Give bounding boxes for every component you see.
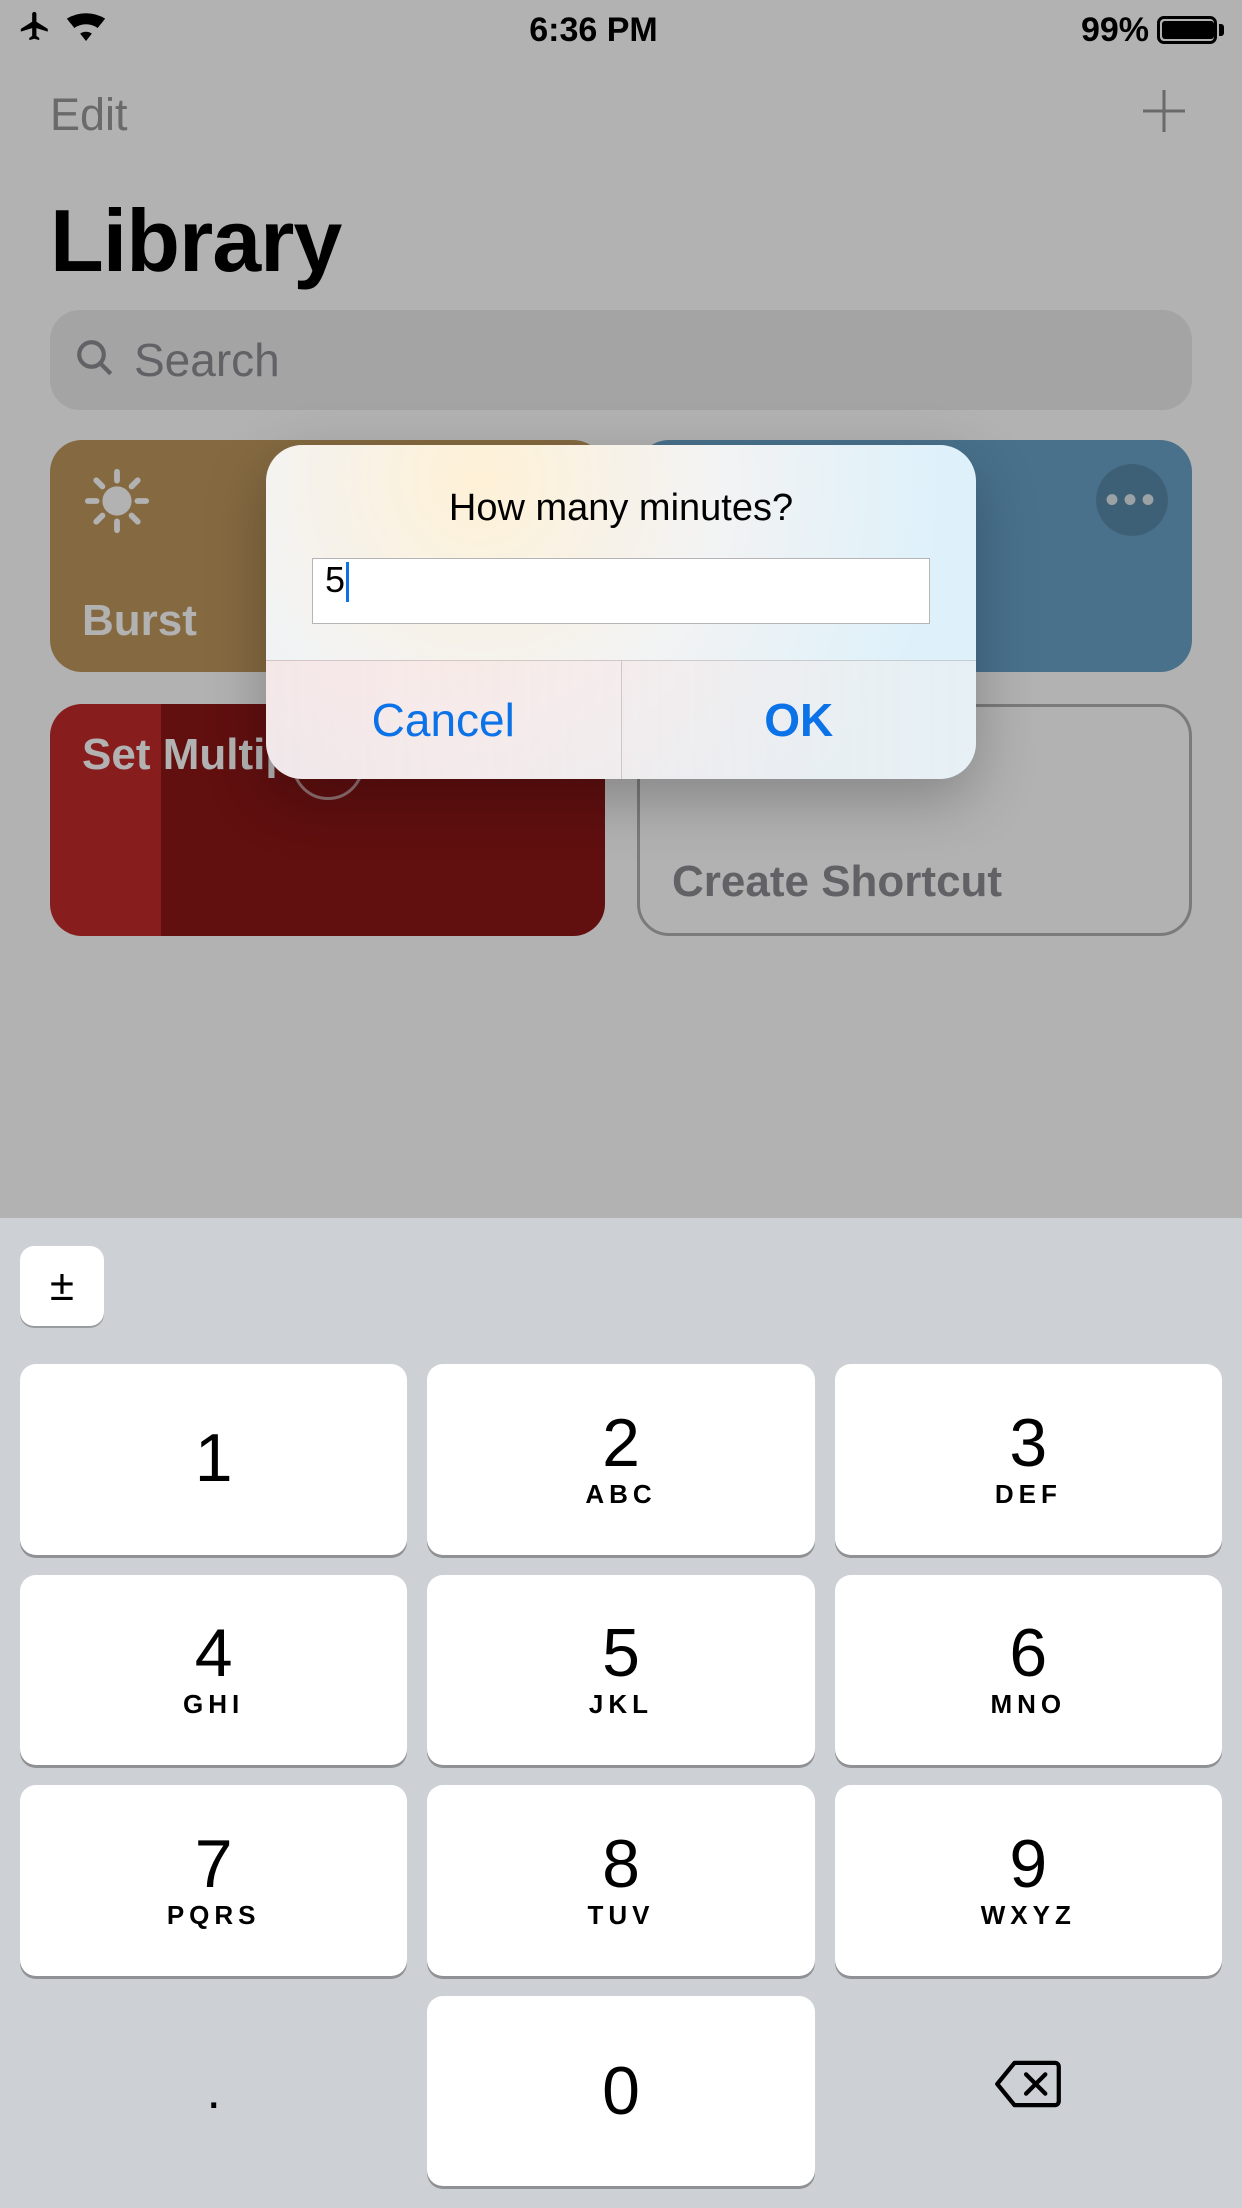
number-keyboard: ± 1 2 ABC 3 DEF 4 GHI 5 JKL xyxy=(0,1218,1242,2208)
key-0[interactable]: 0 xyxy=(427,1996,814,2187)
key-7[interactable]: 7 PQRS xyxy=(20,1785,407,1976)
key-3[interactable]: 3 DEF xyxy=(835,1364,1222,1555)
dialog-title: How many minutes? xyxy=(266,445,976,558)
backspace-icon xyxy=(993,2059,1063,2122)
key-2[interactable]: 2 ABC xyxy=(427,1364,814,1555)
key-dot[interactable]: . xyxy=(20,1996,407,2187)
key-1[interactable]: 1 xyxy=(20,1364,407,1555)
backspace-key[interactable] xyxy=(835,1996,1222,2187)
plus-minus-key[interactable]: ± xyxy=(20,1246,104,1326)
key-8[interactable]: 8 TUV xyxy=(427,1785,814,1976)
minutes-input[interactable]: 5 xyxy=(312,558,930,624)
ok-button[interactable]: OK xyxy=(622,661,977,779)
key-4[interactable]: 4 GHI xyxy=(20,1575,407,1766)
key-9[interactable]: 9 WXYZ xyxy=(835,1785,1222,1976)
key-6[interactable]: 6 MNO xyxy=(835,1575,1222,1766)
cancel-button[interactable]: Cancel xyxy=(266,661,622,779)
prompt-dialog: How many minutes? 5 Cancel OK xyxy=(266,445,976,779)
key-5[interactable]: 5 JKL xyxy=(427,1575,814,1766)
